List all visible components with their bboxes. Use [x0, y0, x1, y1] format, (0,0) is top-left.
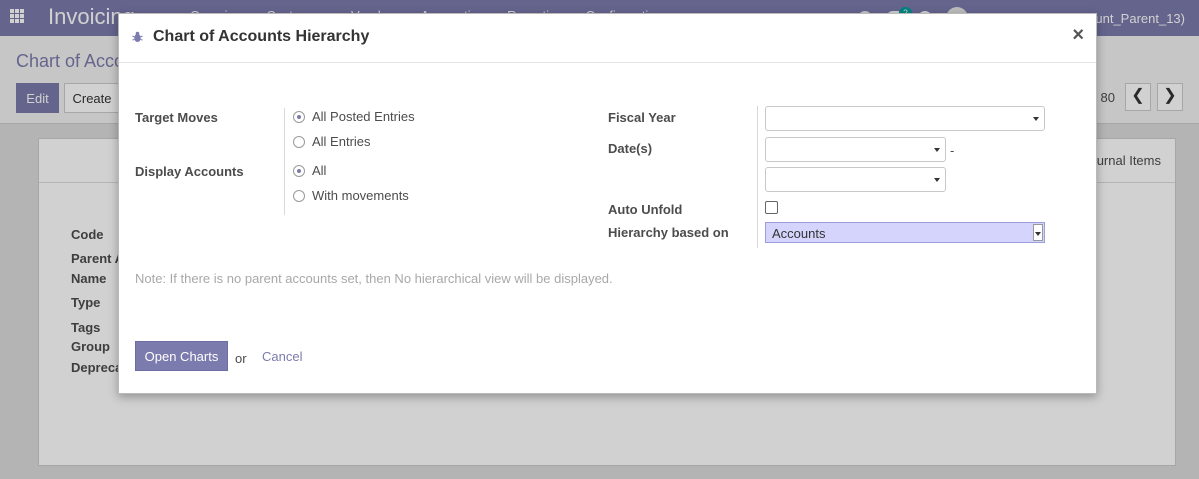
auto-unfold-checkbox[interactable]: [765, 201, 778, 214]
radio-with-movements[interactable]: With movements: [293, 188, 409, 203]
bug-icon: [132, 31, 143, 42]
hierarchy-note: Note: If there is no parent accounts set…: [135, 271, 613, 286]
right-column-separator: [757, 106, 758, 248]
dialog-header: Chart of Accounts Hierarchy ×: [119, 14, 1096, 63]
radio-button[interactable]: [293, 189, 305, 202]
target-moves-label: Target Moves: [135, 110, 218, 125]
chart-of-accounts-hierarchy-dialog: Chart of Accounts Hierarchy × Target Mov…: [118, 13, 1097, 394]
left-column-separator: [284, 108, 285, 215]
radio-all[interactable]: All: [293, 163, 326, 178]
date-to-select[interactable]: [765, 167, 946, 192]
cancel-link[interactable]: Cancel: [262, 349, 302, 364]
radio-label-all: All: [312, 163, 327, 178]
open-charts-button[interactable]: Open Charts: [135, 341, 228, 371]
auto-unfold-label: Auto Unfold: [608, 202, 683, 217]
radio-label-with-movements: With movements: [312, 188, 409, 203]
close-icon[interactable]: ×: [1072, 24, 1084, 47]
date-from-select[interactable]: [765, 137, 946, 162]
date-range-separator: -: [950, 143, 955, 158]
chevron-down-icon: [934, 148, 940, 152]
chevron-down-icon: [934, 178, 940, 182]
dates-label: Date(s): [608, 141, 653, 156]
chevron-down-icon: [1033, 117, 1039, 121]
display-accounts-label: Display Accounts: [135, 164, 244, 179]
radio-button[interactable]: [293, 135, 305, 148]
fiscal-year-select[interactable]: [765, 106, 1045, 131]
radio-button-selected[interactable]: [293, 164, 305, 177]
radio-button-selected[interactable]: [293, 110, 305, 123]
dialog-title: Chart of Accounts Hierarchy: [153, 28, 370, 45]
hierarchy-selected-value: Accounts: [772, 226, 826, 241]
radio-label-all-entries: All Entries: [312, 134, 371, 149]
or-text: or: [235, 351, 247, 366]
dropdown-arrow-icon[interactable]: [1033, 224, 1043, 241]
radio-label-all-posted-entries: All Posted Entries: [312, 109, 415, 124]
radio-all-entries[interactable]: All Entries: [293, 134, 371, 149]
fiscal-year-label: Fiscal Year: [608, 110, 676, 125]
hierarchy-based-on-label: Hierarchy based on: [608, 225, 729, 240]
radio-all-posted-entries[interactable]: All Posted Entries: [293, 109, 415, 124]
hierarchy-based-on-select[interactable]: Accounts: [765, 222, 1045, 243]
